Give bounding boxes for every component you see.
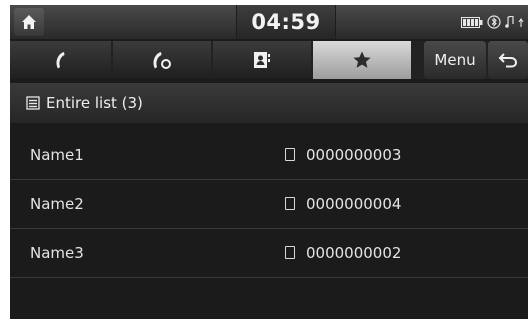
star-icon	[353, 51, 371, 68]
status-icons	[461, 15, 526, 29]
mobile-phone-icon	[285, 148, 295, 161]
list-header-label: Entire list (3)	[46, 94, 143, 112]
bluetooth-icon	[487, 15, 501, 29]
list-item[interactable]: Name3 0000000002	[10, 229, 528, 278]
menu-button[interactable]: Menu	[424, 41, 486, 79]
tab-call-history[interactable]	[10, 41, 111, 79]
contact-number: 0000000002	[306, 244, 402, 262]
contact-number: 0000000003	[306, 146, 402, 164]
mobile-phone-icon	[285, 246, 295, 259]
phone-favourites-screen: 04:59 Menu Entire list (3) Name1 0000000…	[10, 5, 528, 319]
music-icon	[505, 16, 514, 28]
list-icon	[26, 96, 40, 110]
list-header[interactable]: Entire list (3)	[10, 83, 528, 123]
back-arrow-icon	[498, 53, 518, 68]
mobile-phone-icon	[285, 197, 295, 210]
battery-icon	[461, 16, 483, 28]
back-button[interactable]	[488, 41, 528, 79]
handset-dial-icon	[153, 52, 171, 69]
contact-name: Name1	[30, 146, 84, 164]
handset-icon	[55, 52, 64, 69]
contacts-book-icon	[254, 52, 270, 68]
list-item[interactable]: Name2 0000000004	[10, 180, 528, 229]
status-bar: 04:59	[10, 5, 528, 39]
list-item[interactable]: Name1 0000000003	[10, 131, 528, 180]
home-button[interactable]	[14, 8, 44, 36]
clock: 04:59	[236, 5, 336, 39]
signal-icon	[518, 18, 524, 27]
contact-name: Name2	[30, 195, 84, 213]
tab-dial[interactable]	[113, 41, 211, 79]
menu-label: Menu	[434, 51, 476, 69]
contact-number: 0000000004	[306, 195, 402, 213]
home-icon	[22, 15, 36, 29]
tab-contacts[interactable]	[213, 41, 311, 79]
tab-favourites[interactable]	[313, 41, 411, 79]
tab-bar: Menu	[10, 41, 528, 79]
contact-name: Name3	[30, 244, 84, 262]
